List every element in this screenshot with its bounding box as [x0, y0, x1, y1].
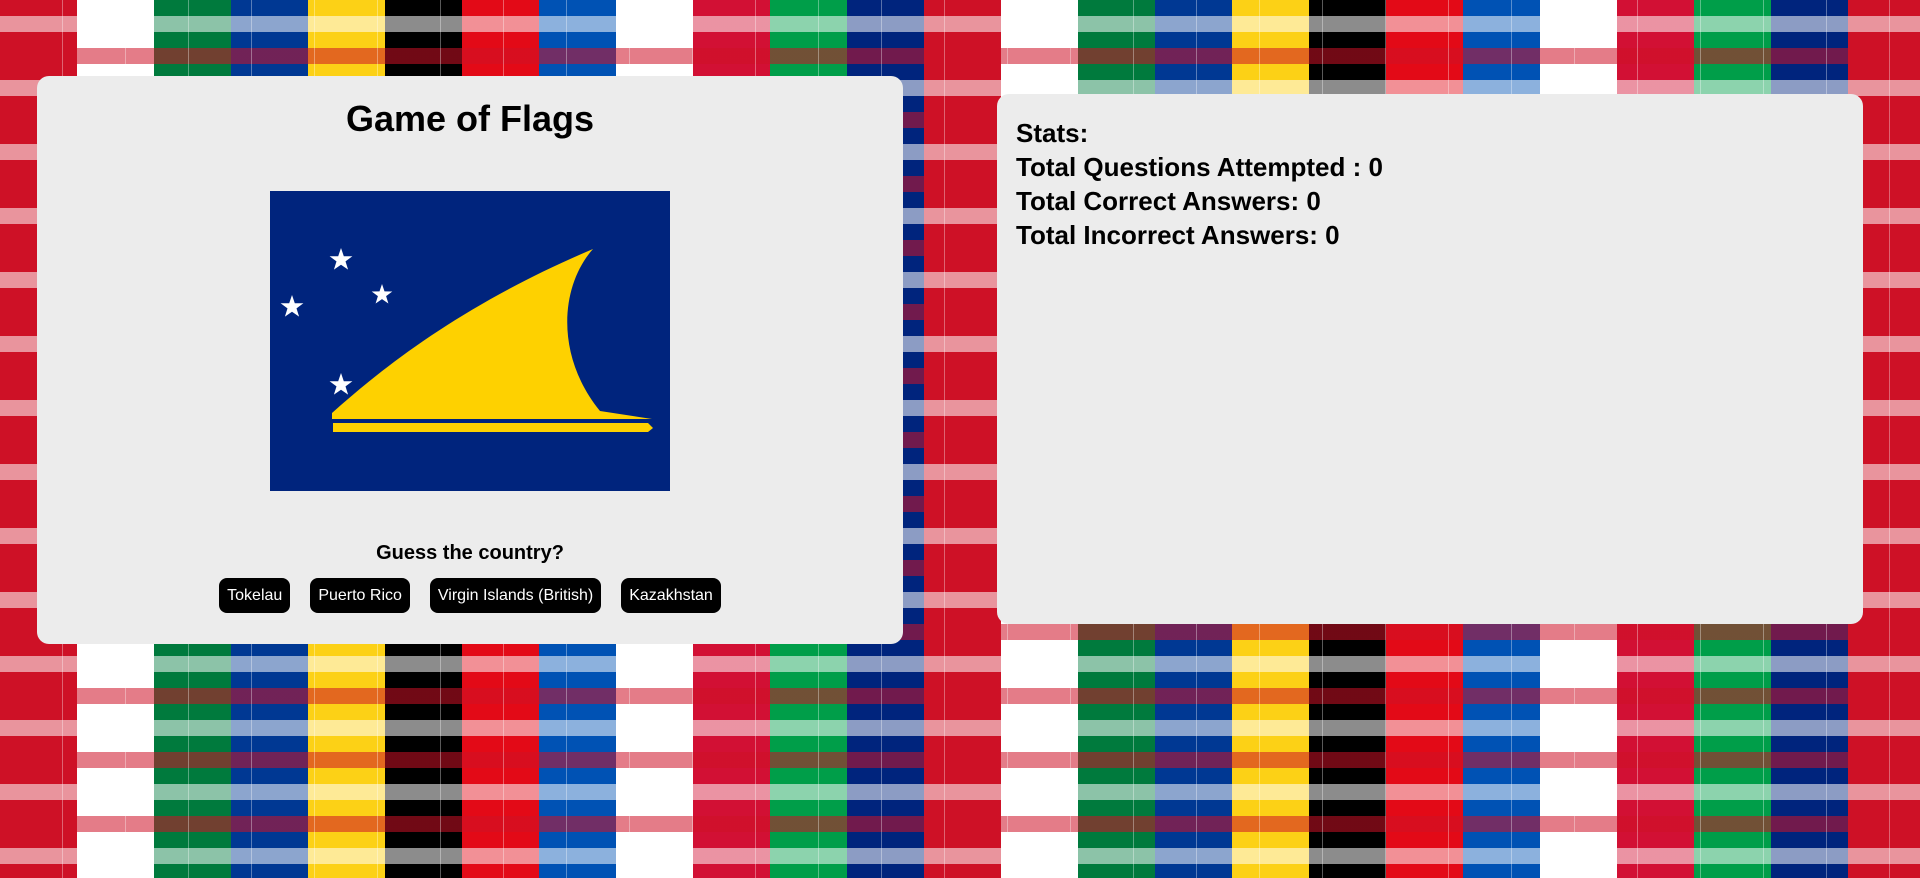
stats-correct: Total Correct Answers: 0: [1016, 186, 1321, 216]
stats-incorrect: Total Incorrect Answers: 0: [1016, 220, 1340, 250]
page-title: Game of Flags: [345, 98, 595, 139]
stats-text: Stats: Total Questions Attempted : 0 Tot…: [1016, 116, 1383, 252]
answer-button-tokelau[interactable]: Tokelau: [219, 578, 291, 613]
answer-button-kazakhstan[interactable]: Kazakhstan: [621, 578, 721, 613]
stats-heading: Stats:: [1016, 118, 1089, 148]
stats-attempted: Total Questions Attempted : 0: [1016, 152, 1383, 182]
stats-panel: Stats: Total Questions Attempted : 0 Tot…: [997, 94, 1863, 624]
answer-options: Tokelau Puerto Rico Virgin Islands (Brit…: [37, 578, 903, 613]
game-panel: Game of Flags Guess the country? Tokelau…: [37, 76, 903, 644]
question-label: Guess the country?: [376, 542, 564, 564]
answer-button-puerto-rico[interactable]: Puerto Rico: [310, 578, 410, 613]
tokelau-flag-icon: [270, 191, 670, 491]
answer-button-virgin-islands[interactable]: Virgin Islands (British): [429, 578, 602, 613]
